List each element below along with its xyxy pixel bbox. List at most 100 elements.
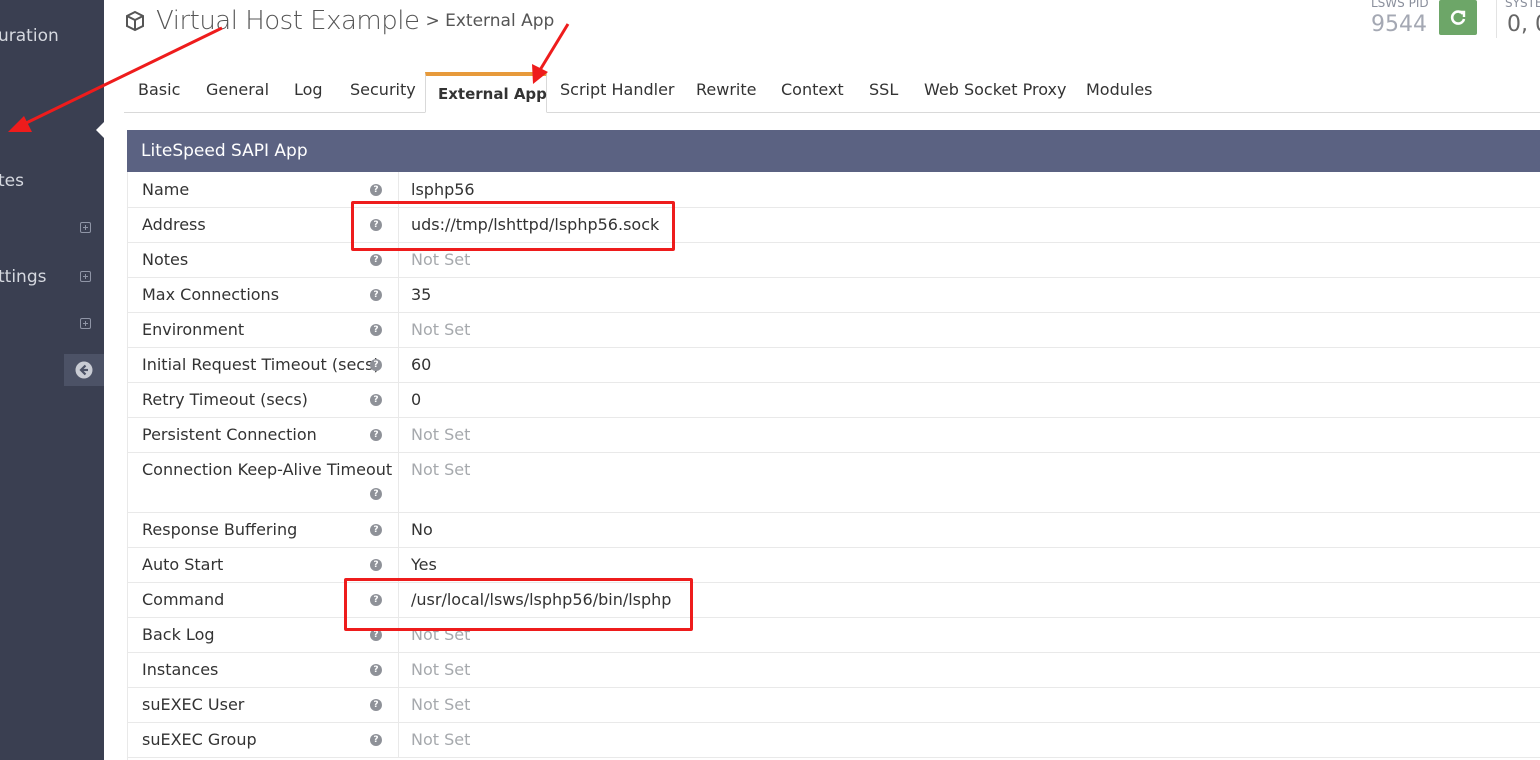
plus-square-icon[interactable] xyxy=(80,318,91,329)
refresh-icon xyxy=(1450,9,1466,25)
row-value: Not Set xyxy=(411,660,471,679)
row-value: Not Set xyxy=(411,425,471,444)
row-label: Environment xyxy=(142,320,245,339)
table-row: Retry Timeout (secs) ? 0 xyxy=(128,382,1540,418)
table-row: Address ? uds://tmp/lshttpd/lsphp56.sock xyxy=(128,207,1540,243)
row-value: 35 xyxy=(411,285,432,304)
row-value: Not Set xyxy=(411,320,471,339)
settings-table: Name ? lsphp56 Address ? uds://tmp/lshtt… xyxy=(127,172,1540,760)
help-icon[interactable]: ? xyxy=(370,394,382,406)
table-row: suEXEC User ? Not Set xyxy=(128,687,1540,723)
column-divider xyxy=(398,277,399,312)
column-divider xyxy=(398,687,399,722)
tab-security[interactable]: Security xyxy=(350,71,416,111)
annotation-box-address xyxy=(351,201,675,251)
tab-general[interactable]: General xyxy=(206,71,269,111)
table-row: Command ? /usr/local/lsws/lsphp56/bin/ls… xyxy=(128,582,1540,618)
row-label: suEXEC User xyxy=(142,695,245,714)
sidebar-collapse-button[interactable] xyxy=(64,354,104,386)
sidebar-item-configuration[interactable]: uration xyxy=(0,26,59,46)
column-divider xyxy=(398,512,399,547)
tab-rewrite[interactable]: Rewrite xyxy=(696,71,756,111)
help-icon[interactable]: ? xyxy=(370,664,382,676)
row-label: Persistent Connection xyxy=(142,425,317,444)
table-row: Name ? lsphp56 xyxy=(128,172,1540,208)
column-divider xyxy=(398,652,399,687)
table-row: Initial Request Timeout (secs) ? 60 xyxy=(128,347,1540,383)
row-label: Max Connections xyxy=(142,285,280,304)
annotation-box-command xyxy=(344,578,693,631)
page-title: Virtual Host Example > External App xyxy=(124,4,554,38)
tab-bar: Basic General Log Security External App … xyxy=(124,71,1540,113)
pid-label: LSWS PID xyxy=(1371,0,1429,10)
column-divider xyxy=(398,722,399,757)
row-value: Not Set xyxy=(411,460,471,479)
panel-title: LiteSpeed SAPI App xyxy=(127,130,1540,172)
sidebar: uration tes ttings xyxy=(0,0,105,760)
sidebar-item-templates[interactable]: tes xyxy=(0,171,24,191)
plus-square-icon[interactable] xyxy=(80,222,91,233)
breadcrumb: > External App xyxy=(425,11,555,31)
help-icon[interactable]: ? xyxy=(370,524,382,536)
row-label: Retry Timeout (secs) xyxy=(142,390,308,409)
help-icon[interactable]: ? xyxy=(370,184,382,196)
row-label: Back Log xyxy=(142,625,215,644)
column-divider xyxy=(398,382,399,417)
help-icon[interactable]: ? xyxy=(370,359,382,371)
sidebar-item-settings[interactable]: ttings xyxy=(0,267,46,287)
row-value: Yes xyxy=(411,555,437,574)
row-label: Connection Keep-Alive Timeout xyxy=(142,460,393,479)
help-icon[interactable]: ? xyxy=(370,254,382,266)
row-label: Initial Request Timeout (secs) xyxy=(142,355,380,374)
column-divider xyxy=(398,547,399,582)
tab-modules[interactable]: Modules xyxy=(1086,71,1153,111)
table-row: Notes ? Not Set xyxy=(128,242,1540,278)
table-row: Environment ? Not Set xyxy=(128,312,1540,348)
help-icon[interactable]: ? xyxy=(370,324,382,336)
tab-log[interactable]: Log xyxy=(294,71,323,111)
header-divider xyxy=(1496,0,1497,38)
row-label: Response Buffering xyxy=(142,520,298,539)
reload-button[interactable] xyxy=(1439,0,1477,35)
table-row: Persistent Connection ? Not Set xyxy=(128,417,1540,453)
row-value: Not Set xyxy=(411,730,471,749)
column-divider xyxy=(398,347,399,382)
tab-ssl[interactable]: SSL xyxy=(869,71,898,111)
pid-value: 9544 xyxy=(1371,12,1427,37)
plus-square-icon[interactable] xyxy=(80,271,91,282)
row-label: suEXEC Group xyxy=(142,730,257,749)
table-row: Response Buffering ? No xyxy=(128,512,1540,548)
row-label: Address xyxy=(142,215,206,234)
row-label: Auto Start xyxy=(142,555,224,574)
page-title-text: Virtual Host Example xyxy=(156,6,420,36)
tab-context[interactable]: Context xyxy=(781,71,844,111)
table-row: Instances ? Not Set xyxy=(128,652,1540,688)
help-icon[interactable]: ? xyxy=(370,559,382,571)
row-value: No xyxy=(411,520,433,539)
row-label: Name xyxy=(142,180,190,199)
tab-web-socket-proxy[interactable]: Web Socket Proxy xyxy=(924,71,1066,111)
system-value: 0, 0 xyxy=(1507,12,1540,37)
system-label: SYSTE xyxy=(1505,0,1540,10)
row-label: Notes xyxy=(142,250,189,269)
tab-external-app[interactable]: External App xyxy=(425,72,547,113)
column-divider xyxy=(398,312,399,347)
help-icon[interactable]: ? xyxy=(370,488,382,500)
tab-script-handler[interactable]: Script Handler xyxy=(560,71,675,111)
help-icon[interactable]: ? xyxy=(370,289,382,301)
row-value: 60 xyxy=(411,355,432,374)
tab-basic[interactable]: Basic xyxy=(138,71,180,111)
help-icon[interactable]: ? xyxy=(370,734,382,746)
row-label: Instances xyxy=(142,660,219,679)
table-row: Back Log ? Not Set xyxy=(128,617,1540,653)
row-label: Command xyxy=(142,590,225,609)
row-value: 0 xyxy=(411,390,422,409)
help-icon[interactable]: ? xyxy=(370,699,382,711)
row-value: Not Set xyxy=(411,695,471,714)
row-value: lsphp56 xyxy=(411,180,475,199)
arrow-circle-left-icon xyxy=(75,361,93,379)
external-app-panel: LiteSpeed SAPI App Name ? lsphp56 Addres… xyxy=(127,130,1540,760)
help-icon[interactable]: ? xyxy=(370,429,382,441)
cube-icon xyxy=(126,10,144,32)
column-divider xyxy=(398,417,399,452)
